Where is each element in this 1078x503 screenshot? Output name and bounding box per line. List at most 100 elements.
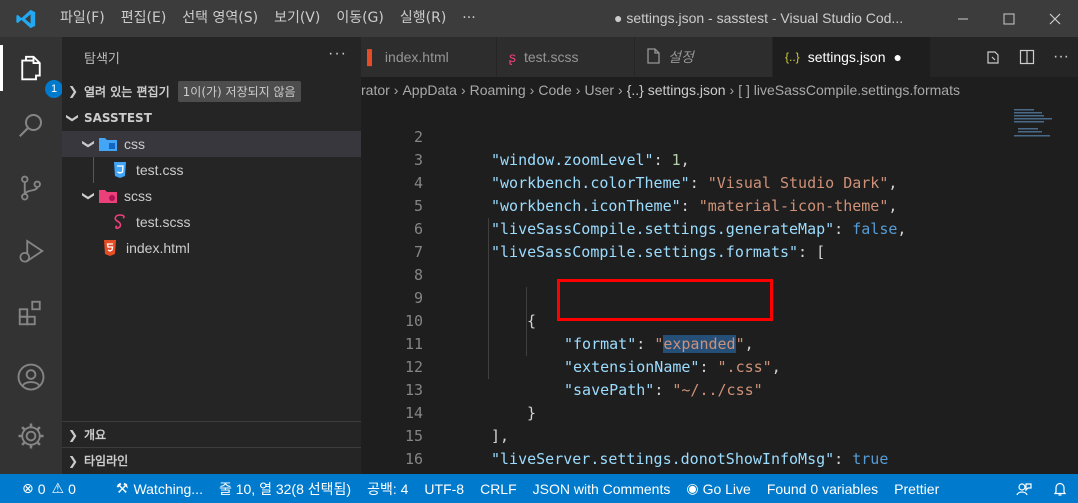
notifications-button[interactable] xyxy=(1042,474,1078,503)
tab-test-scss[interactable]: ʂ test.scss xyxy=(497,37,635,77)
more-actions-button[interactable]: ··· xyxy=(1044,37,1078,77)
split-editor-icon xyxy=(1019,49,1035,65)
source-control-button[interactable] xyxy=(13,170,49,206)
cursor-position[interactable]: 줄 10, 열 32(8 선택됨) xyxy=(211,474,359,503)
accounts-button[interactable] xyxy=(13,359,49,395)
menu-selection[interactable]: 선택 영역(S) xyxy=(174,0,266,37)
breadcrumb: rator › AppData › Roaming › Code › User › {..… xyxy=(361,77,1078,103)
chevron-down-icon: ❯ xyxy=(66,112,80,124)
timeline-label: 타임라인 xyxy=(84,454,129,468)
problems-status[interactable]: ⊗ 0 ⚠ 0 xyxy=(0,474,84,503)
language-mode[interactable]: JSON with Comments xyxy=(525,474,679,503)
open-editors-label: 열려 있는 편집기 xyxy=(84,84,170,99)
menu-more[interactable]: ··· xyxy=(454,0,483,37)
breadcrumb-segment[interactable]: rator xyxy=(361,82,390,98)
breadcrumb-symbol[interactable]: [ ] liveSassCompile.settings.formats xyxy=(738,82,960,98)
code-line: 2 "window.zoomLevel": 1, xyxy=(361,103,1001,169)
files-icon xyxy=(21,55,41,81)
timeline-section[interactable]: ❯ 타임라인 xyxy=(62,447,361,473)
found-variables-status[interactable]: Found 0 variables xyxy=(759,474,886,503)
breadcrumb-segment[interactable]: Roaming xyxy=(470,82,526,98)
tab-settings-json[interactable]: {..} settings.json ● xyxy=(773,37,931,77)
source-control-icon xyxy=(21,175,41,201)
extensions-icon xyxy=(18,300,41,326)
tree-item-label: css xyxy=(124,136,145,152)
project-label: SASSTEST xyxy=(84,111,152,125)
eol-status[interactable]: CRLF xyxy=(472,474,525,503)
chevron-down-icon: ❯ xyxy=(82,190,96,202)
encoding-status[interactable]: UTF-8 xyxy=(416,474,472,503)
chevron-right-icon: ❯ xyxy=(67,453,79,468)
prettier-status[interactable]: Prettier xyxy=(886,474,947,503)
breadcrumb-file[interactable]: {..} settings.json xyxy=(627,82,726,98)
menu-bar: 파일(F) 편집(E) 선택 영역(S) 보기(V) 이동(G) 실행(R) ·… xyxy=(52,0,484,37)
maximize-button[interactable] xyxy=(986,0,1032,37)
outline-section[interactable]: ❯ 개요 xyxy=(62,421,361,447)
explorer-sidebar: 탐색기 ··· ❯ 열려 있는 편집기 1이(가) 저장되지 않음 ❯ SASS… xyxy=(62,37,361,474)
bell-icon xyxy=(1053,482,1067,496)
tree-item-scss-folder[interactable]: ❯ scss xyxy=(62,183,361,209)
active-indicator xyxy=(0,45,3,91)
chevron-right-icon: › xyxy=(729,82,735,98)
search-button[interactable] xyxy=(13,107,49,143)
run-debug-icon xyxy=(19,239,44,263)
gear-icon xyxy=(18,423,44,449)
go-to-file-icon xyxy=(987,51,999,64)
close-icon xyxy=(1049,13,1061,24)
open-settings-ui-button[interactable] xyxy=(976,37,1010,77)
code-line: 6 "liveSassCompile.settings.formats": [ xyxy=(361,195,1001,261)
breadcrumb-segment[interactable]: AppData xyxy=(402,82,456,98)
tab-settings-ui[interactable]: 설정 xyxy=(635,37,773,77)
menu-run[interactable]: 실행(R) xyxy=(392,0,454,37)
close-window-button[interactable] xyxy=(1032,0,1078,37)
breadcrumb-segment[interactable]: User xyxy=(584,82,614,98)
unsaved-count-badge: 1 xyxy=(45,80,63,98)
project-section[interactable]: ❯ SASSTEST xyxy=(62,105,361,131)
chevron-right-icon: › xyxy=(575,82,581,98)
unsaved-dot-icon[interactable]: ● xyxy=(894,49,902,65)
sidebar-more-button[interactable]: ··· xyxy=(328,45,347,63)
tab-label: 설정 xyxy=(668,49,694,65)
sass-watching-status[interactable]: ⚒ Watching... xyxy=(108,474,211,503)
minimize-button[interactable] xyxy=(940,0,986,37)
tree-item-label: index.html xyxy=(126,240,190,256)
indentation-status[interactable]: 공백: 4 xyxy=(359,474,416,503)
chevron-right-icon: › xyxy=(529,82,535,98)
tree-item-test-scss[interactable]: test.scss xyxy=(62,209,361,235)
code-line: 4 "workbench.iconTheme": "material-icon-… xyxy=(361,149,1001,215)
menu-go[interactable]: 이동(G) xyxy=(328,0,392,37)
maximize-icon xyxy=(1003,13,1015,24)
explorer-button[interactable]: 1 xyxy=(13,50,63,98)
breadcrumb-segment[interactable]: Code xyxy=(538,82,571,98)
broadcast-icon: ◉ xyxy=(686,480,699,496)
title-bar: 파일(F) 편집(E) 선택 영역(S) 보기(V) 이동(G) 실행(R) ·… xyxy=(0,0,1078,37)
tree-item-css-folder[interactable]: ❯ css xyxy=(62,131,361,157)
manage-button[interactable] xyxy=(13,418,49,454)
menu-view[interactable]: 보기(V) xyxy=(266,0,328,37)
code-line: 15 "liveServer.settings.donotShowInfoMsg… xyxy=(361,402,1001,468)
wrench-icon: ⚒ xyxy=(115,480,129,496)
code-line: 14 ], xyxy=(361,379,1001,445)
sass-file-icon xyxy=(110,213,130,231)
highlight-annotation-box xyxy=(557,279,773,321)
tree-item-test-css[interactable]: test.css xyxy=(62,157,361,183)
menu-edit[interactable]: 편집(E) xyxy=(113,0,175,37)
tree-item-label: test.css xyxy=(136,162,184,178)
tree-item-index-html[interactable]: index.html xyxy=(62,235,361,261)
minimap[interactable] xyxy=(1008,103,1064,143)
menu-file[interactable]: 파일(F) xyxy=(52,0,113,37)
code-line: 8 xyxy=(361,241,1001,284)
extensions-button[interactable] xyxy=(13,295,49,331)
run-debug-button[interactable] xyxy=(13,233,49,269)
code-editor[interactable]: 2 "window.zoomLevel": 1, 3 "workbench.co… xyxy=(361,103,1078,474)
open-editors-section[interactable]: ❯ 열려 있는 편집기 1이(가) 저장되지 않음 xyxy=(62,78,361,104)
html-file-icon xyxy=(100,239,120,257)
feedback-button[interactable] xyxy=(1006,474,1042,503)
split-editor-button[interactable] xyxy=(1010,37,1044,77)
search-icon xyxy=(18,114,42,138)
code-line: 7 xyxy=(361,218,1001,261)
chevron-right-icon: ❯ xyxy=(67,84,79,98)
line-number: 16 xyxy=(404,450,423,468)
go-live-button[interactable]: ◉ Go Live xyxy=(678,474,758,503)
tab-index-html[interactable]: ▌ index.html xyxy=(361,37,497,77)
